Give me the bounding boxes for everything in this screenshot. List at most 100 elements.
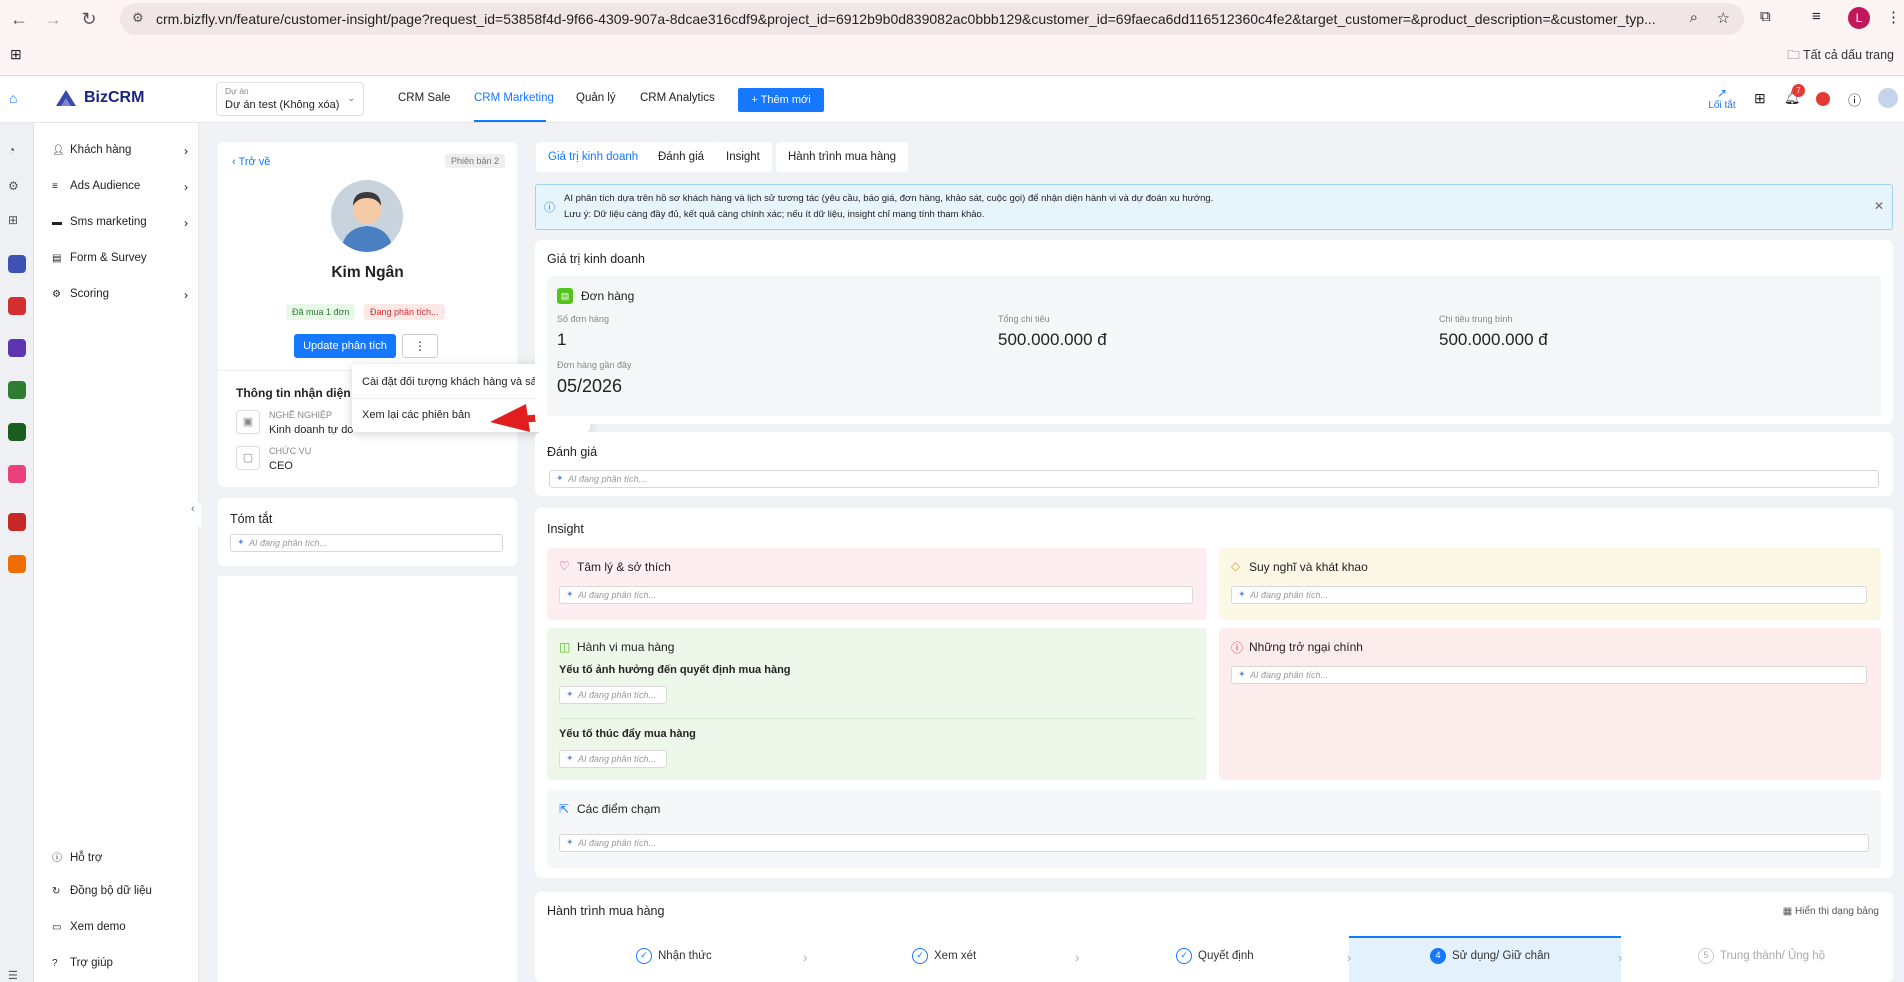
collapse-list-icon[interactable]: ☰ <box>8 969 26 982</box>
back-icon[interactable]: ← <box>6 6 32 32</box>
user-avatar[interactable] <box>1878 88 1898 108</box>
chevron-right-icon: › <box>184 288 188 302</box>
shortcut-button[interactable]: ↗ Lối tắt <box>1700 86 1744 111</box>
grid-icon[interactable]: ⊞ <box>1754 90 1766 107</box>
home-icon[interactable]: ⌂ <box>9 90 17 106</box>
step-number: 5 <box>1698 948 1714 964</box>
sidebar-item-dong-bo[interactable]: ↻ Đồng bộ dữ liệu <box>52 885 192 897</box>
logo[interactable]: BizCRM <box>84 89 144 107</box>
dashboard-icon[interactable]: ◔ <box>8 143 26 161</box>
sidebar-item-xem-demo[interactable]: ▭ Xem demo <box>52 921 192 933</box>
reload-icon[interactable]: ↻ <box>76 6 102 32</box>
apps-icon[interactable]: ⊞ <box>8 213 26 231</box>
question-icon: ? <box>52 958 58 969</box>
app-t2-icon[interactable] <box>8 423 26 441</box>
table-view-toggle[interactable]: ▦ Hiển thị dạng bảng <box>1783 906 1879 917</box>
site-info-icon[interactable]: ⚙ <box>132 10 144 26</box>
forward-icon[interactable]: → <box>40 6 66 32</box>
folder-icon: 🗀 <box>1787 48 1803 62</box>
sidebar-label: Trợ giúp <box>70 957 113 969</box>
business-title: Giá trị kinh doanh <box>547 252 645 266</box>
nav-crm-marketing[interactable]: CRM Marketing <box>474 92 554 104</box>
menu-icon[interactable]: ⋮ <box>1886 8 1901 26</box>
profile-card: ‹ Trở về Phiên bản 2 Kim Ngân Đã mua 1 đ… <box>218 142 517 487</box>
order-count-label: Số đơn hàng <box>557 314 609 324</box>
back-link[interactable]: ‹ Trở về <box>232 156 270 168</box>
step-xem-xet[interactable]: ✓ Xem xét <box>912 948 976 964</box>
zoom-icon[interactable]: ⌕ <box>1690 9 1698 26</box>
job-label: NGHỀ NGHIỆP <box>269 410 333 420</box>
app-t-icon[interactable] <box>8 381 26 399</box>
sidebar-item-ho-tro[interactable]: ⓘ Hỗ trợ <box>52 849 192 864</box>
extensions-icon[interactable]: ⧉ <box>1760 8 1771 25</box>
notice-line1: AI phân tích dựa trên hồ sơ khách hàng v… <box>564 193 1214 204</box>
update-analysis-button[interactable]: Update phân tích <box>294 334 396 358</box>
sidebar: 👤︎ Khách hàng › ≡ Ads Audience › ▬ Sms market… <box>34 123 201 982</box>
step-quyet-dinh[interactable]: ✓ Quyết định <box>1176 948 1254 964</box>
tab-danh-gia[interactable]: Đánh giá <box>646 142 717 172</box>
orders-title: Đơn hàng <box>581 289 635 303</box>
notification-badge: 7 <box>1792 84 1805 97</box>
sidebar-label: Form & Survey <box>70 252 147 264</box>
vn-flag-icon[interactable] <box>1816 92 1830 106</box>
ai-notice: ⓘ AI phân tích dựa trên hồ sơ khách hàng… <box>535 184 1893 230</box>
nav-crm-analytics[interactable]: CRM Analytics <box>640 92 715 104</box>
sidebar-item-ads-audience[interactable]: ≡ Ads Audience › <box>52 180 192 194</box>
sidebar-item-tro-giup[interactable]: ? Trợ giúp <box>52 957 192 969</box>
table-view-label: Hiển thị dạng bảng <box>1795 906 1879 917</box>
step-label: Sử dụng/ Giữ chân <box>1452 950 1550 963</box>
app-red-icon[interactable] <box>8 513 26 531</box>
app-pink-icon[interactable] <box>8 465 26 483</box>
more-options-button[interactable]: ⋮ <box>402 334 438 358</box>
tab-insight[interactable]: Insight <box>714 142 772 172</box>
avatar <box>331 180 403 252</box>
bookmarks-folder[interactable]: 🗀 Tất cả dấu trang <box>1787 46 1894 67</box>
chevron-right-icon: › <box>1075 950 1080 965</box>
factor2-title: Yếu tố thúc đẩy mua hàng <box>559 728 696 740</box>
app-orange-icon[interactable] <box>8 555 26 573</box>
bag-icon: ◫ <box>559 640 571 654</box>
step-nhan-thuc[interactable]: ✓ Nhận thức <box>636 948 712 964</box>
avg-label: Chi tiêu trung bình <box>1439 314 1513 324</box>
app-bizfly-icon[interactable] <box>8 255 26 273</box>
step-trung-thanh[interactable]: 5 Trung thành/ Ủng hộ <box>1698 948 1825 964</box>
settings-icon[interactable]: ⚙ <box>8 179 26 197</box>
nav-quan-ly[interactable]: Quản lý <box>576 92 616 104</box>
thought-field: AI đang phân tích... <box>1231 586 1867 604</box>
project-value: Dự án test (Không xóa) <box>225 99 340 111</box>
sidebar-item-khach-hang[interactable]: 👤︎ Khách hàng › <box>52 144 192 158</box>
address-bar[interactable]: ⚙ crm.bizfly.vn/feature/customer-insight… <box>120 3 1744 35</box>
app-mail-icon[interactable] <box>8 297 26 315</box>
chevron-right-icon: › <box>1347 950 1352 965</box>
sidebar-label: Ads Audience <box>70 180 141 192</box>
purchase-tag: Đã mua 1 đơn <box>286 304 356 320</box>
close-icon[interactable]: ✕ <box>1874 199 1884 213</box>
media-icon[interactable]: ≡ <box>1812 8 1821 25</box>
tab-hanh-trinh[interactable]: Hành trình mua hàng <box>776 142 909 172</box>
chevron-right-icon: › <box>184 144 188 158</box>
back-label: Trở về <box>238 156 271 168</box>
nav-crm-sale[interactable]: CRM Sale <box>398 92 450 104</box>
menu-item-view-versions[interactable]: Xem lại các phiên bản <box>362 409 470 421</box>
project-select[interactable]: Dự án Dự án test (Không xóa) ⌄ <box>216 82 364 116</box>
chevron-down-icon: ⌄ <box>347 93 355 103</box>
sidebar-item-scoring[interactable]: ⚙ Scoring › <box>52 288 192 302</box>
factor1-title: Yếu tố ảnh hưởng đến quyết định mua hàng <box>559 664 791 676</box>
thought-title: Suy nghĩ và khát khao <box>1249 560 1368 574</box>
step-su-dung[interactable]: 4 Sử dụng/ Giữ chân <box>1430 948 1550 964</box>
help-icon[interactable]: ⓘ <box>1848 90 1861 109</box>
add-new-button[interactable]: + Thêm mới <box>738 88 824 112</box>
apps-icon[interactable]: ⊞ <box>10 46 22 63</box>
tab-gia-tri[interactable]: Giá trị kinh doanh <box>536 142 651 172</box>
star-icon[interactable]: ☆ <box>1717 9 1730 27</box>
app-cloud-icon[interactable] <box>8 339 26 357</box>
sidebar-item-form-survey[interactable]: ▤ Form & Survey <box>52 252 192 264</box>
profile-avatar[interactable]: L <box>1848 7 1870 29</box>
user-icon: 👤︎ <box>52 145 65 156</box>
info-icon: ⓘ <box>52 853 62 864</box>
collapse-sidebar-icon[interactable]: ‹ <box>191 503 201 527</box>
total-label: Tổng chi tiêu <box>998 314 1050 324</box>
sidebar-item-sms[interactable]: ▬ Sms marketing › <box>52 216 192 230</box>
avg-value: 500.000.000 đ <box>1439 330 1548 349</box>
identity-title: Thông tin nhận diện <box>236 386 351 400</box>
